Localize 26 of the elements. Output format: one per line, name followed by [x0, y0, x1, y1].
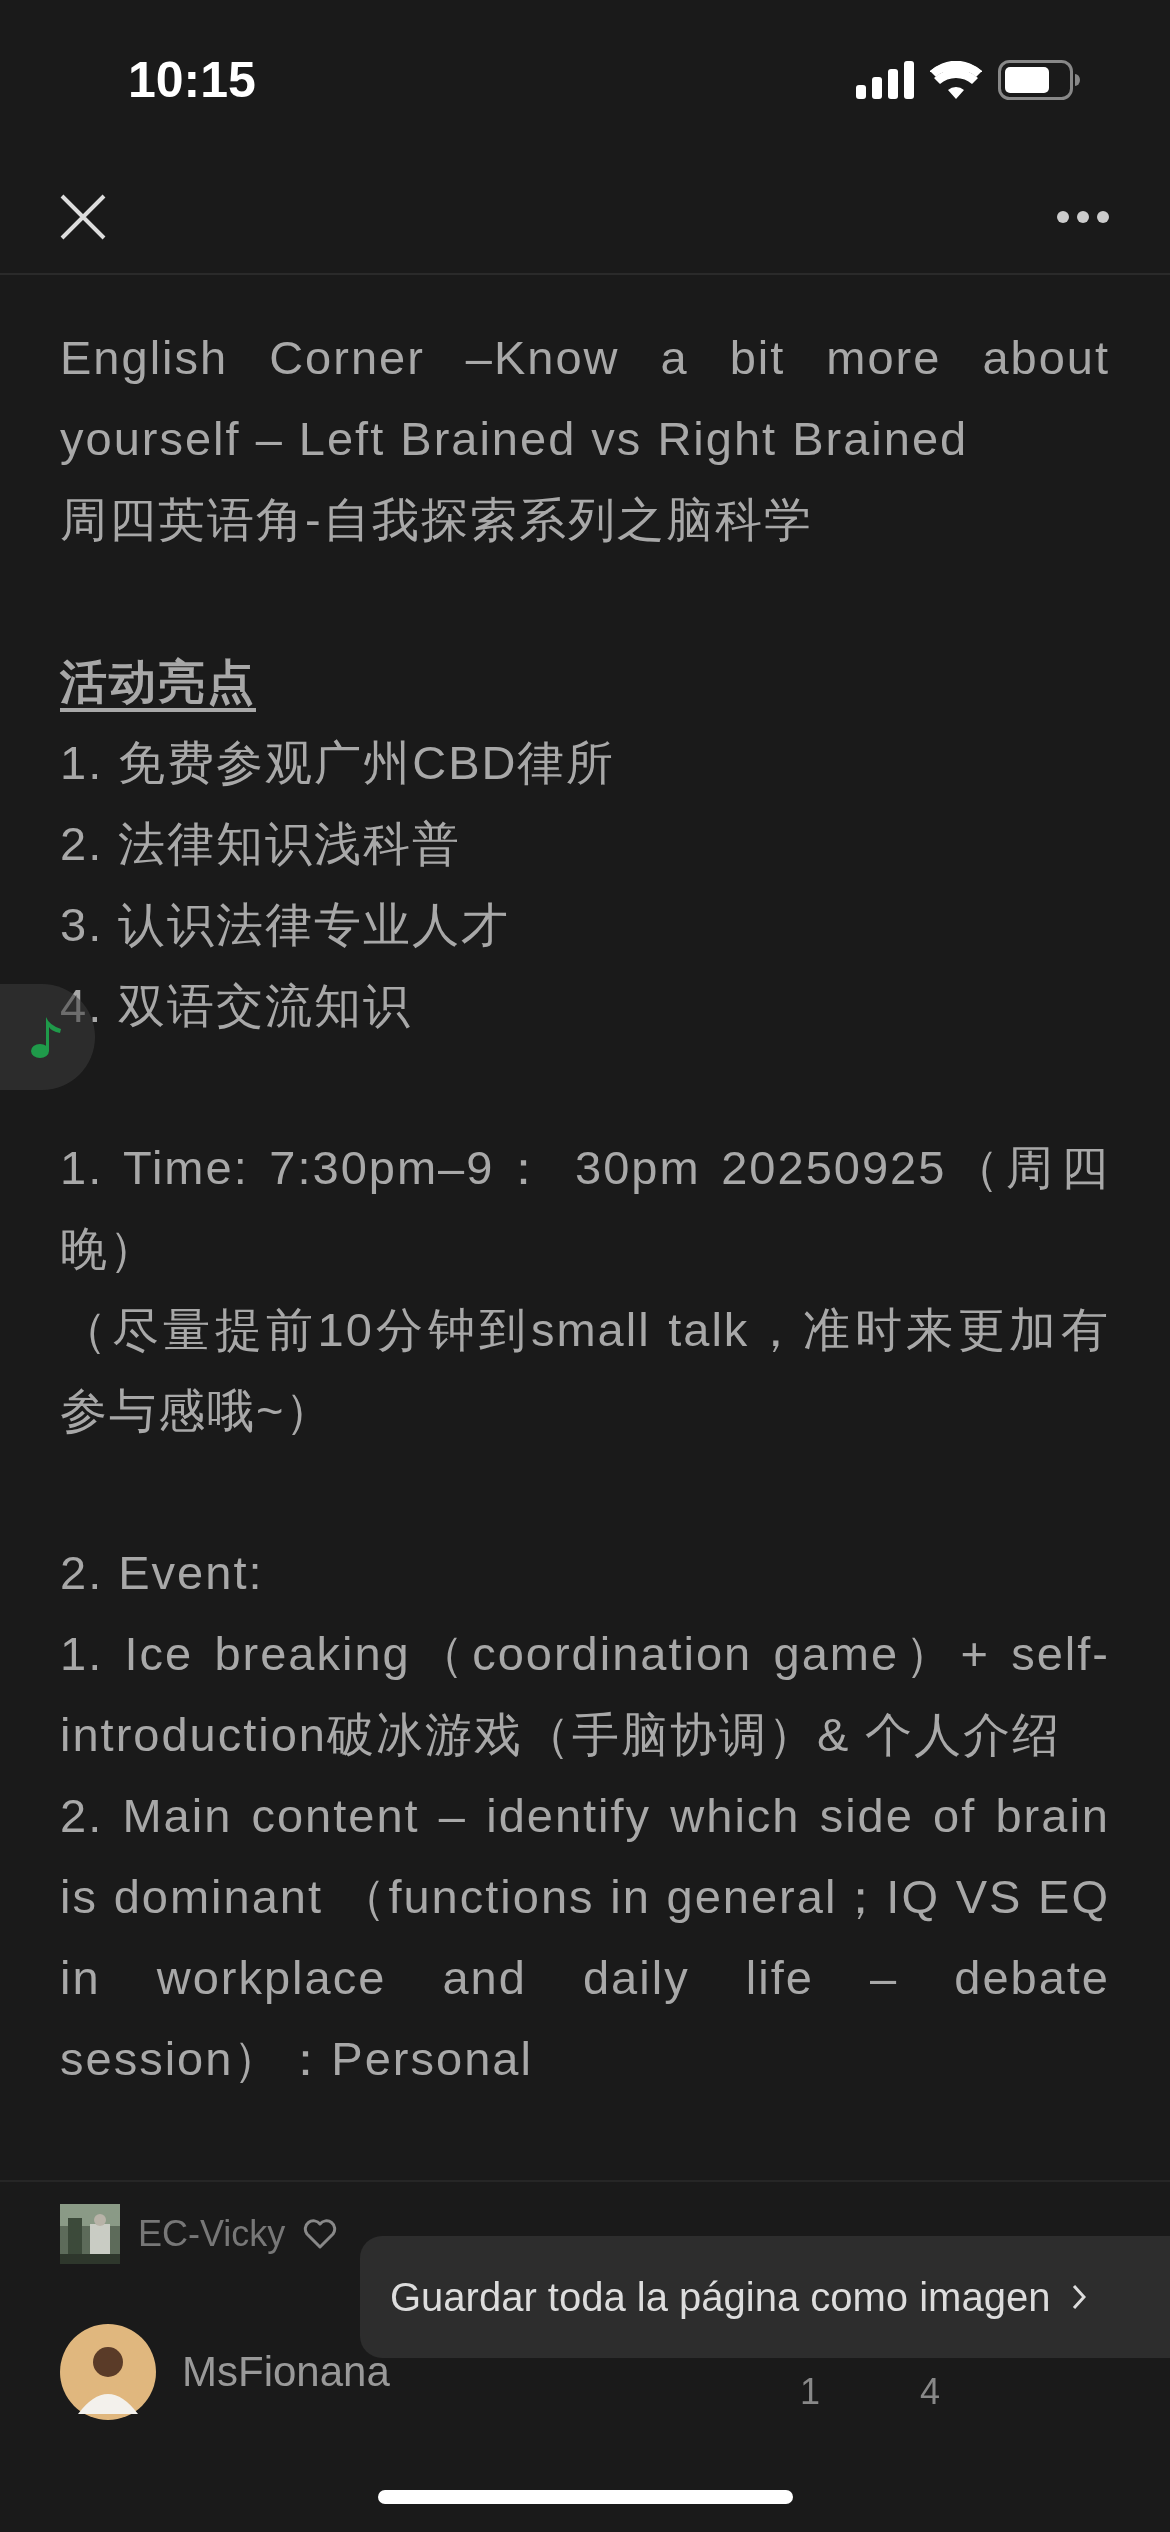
body-text: 2. 法律知识浅科普: [60, 816, 463, 872]
close-icon[interactable]: [60, 193, 106, 240]
source-name[interactable]: EC-Vicky: [138, 2213, 286, 2255]
body-text: 1. Time: 7:30pm–9： 30pm 20250925（周四晚）: [60, 1140, 1110, 1277]
body-text: 3. 认识法律专业人才: [60, 897, 512, 953]
signal-icon: [856, 61, 914, 99]
wifi-icon: [930, 61, 982, 99]
save-page-toast[interactable]: Guardar toda la página como imagen: [360, 2236, 1170, 2358]
body-text: 1. Ice breaking（coordination game）+ self-introduction破冰游戏（手脑协调）& 个人介绍: [60, 1626, 1110, 1763]
music-bubble[interactable]: [0, 984, 95, 1090]
body-text: 周四英语角-自我探索系列之脑科学: [60, 492, 814, 548]
body-text: 2. Main content – identify which side of brain is dominant （functions in general；IQ VS EQ in workplace and daily life – debate session）：Personal: [60, 1788, 1110, 2087]
chevron-icon: [1072, 2284, 1087, 2310]
body-text: English Corner –Know a bit more about yourself – Left Brained vs Right Brained: [60, 330, 1110, 467]
count-text: 4: [919, 2371, 940, 2413]
body-text: 4. 双语交流知识: [60, 978, 414, 1034]
avatar[interactable]: [60, 2324, 156, 2420]
section-heading: 活动亮点: [60, 654, 256, 710]
body-text: 1. 免费参观广州CBD律所: [60, 735, 617, 791]
count-text: 1: [799, 2371, 820, 2413]
more-icon[interactable]: [1056, 209, 1110, 224]
battery-icon: [998, 60, 1080, 100]
heart-icon[interactable]: [303, 2219, 338, 2249]
status-time: 10:15: [128, 51, 256, 109]
body-text: 2. Event:: [60, 1545, 265, 1601]
body-text: （尽量提前10分钟到small talk，准时来更加有参与感哦~）: [60, 1302, 1110, 1439]
